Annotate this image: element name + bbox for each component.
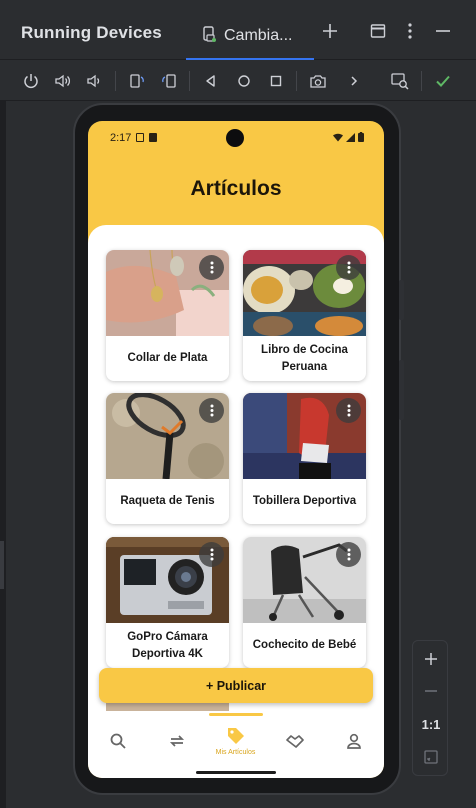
bottom-navigation: Mis Artículos [88,711,384,778]
volume-down-icon[interactable] [83,70,105,92]
article-title: Libro de Cocina Peruana [261,343,348,373]
article-title: Raqueta de Tenis [120,495,215,507]
article-title: Cochecito de Bebé [252,639,357,651]
more-vert-icon [347,548,350,561]
check-icon[interactable] [432,70,454,92]
rotate-left-icon[interactable] [126,70,148,92]
front-camera [226,129,244,147]
nav-active-label: Mis Artículos [215,749,256,756]
home-icon[interactable] [233,70,255,92]
nav-item-profile[interactable] [324,711,383,771]
wifi-icon [333,133,343,141]
article-card[interactable]: Libro de Cocina Peruana [243,250,366,381]
home-indicator [196,771,276,774]
tab-running-device[interactable]: Cambia... [186,14,314,60]
more-options-button[interactable] [199,255,224,280]
device-toolbar [0,61,476,101]
status-bar: 2:17 [88,121,384,155]
more-vert-icon [210,261,213,274]
handshake-icon [285,735,304,748]
nav-item-exchange[interactable] [147,711,206,771]
device-screen[interactable]: 2:17 Artículos Collar de Plata Libro de … [88,121,384,778]
battery-icon [358,132,364,142]
article-title: GoPro Cámara Deportiva 4K [127,630,208,660]
back-icon[interactable] [200,70,222,92]
article-card[interactable]: Collar de Plata [106,250,229,381]
zoom-fit-icon[interactable] [419,745,443,769]
article-image [243,393,366,479]
nav-item-my-articles[interactable]: Mis Artículos [206,711,265,771]
article-image [106,250,229,336]
article-card[interactable]: Tobillera Deportiva [243,393,366,524]
toolbar-separator [115,71,116,91]
zoom-in-icon[interactable] [419,647,443,671]
tag-icon [227,728,244,744]
more-vert-icon [210,404,213,417]
more-options-button[interactable] [336,542,361,567]
power-icon[interactable] [20,70,42,92]
more-options-button[interactable] [199,542,224,567]
device-power-button [399,280,404,320]
page-title: Artículos [190,177,282,200]
search-icon [110,733,126,749]
rotate-right-icon[interactable] [158,70,180,92]
device-tab-icon [202,25,218,47]
article-image [106,393,229,479]
more-vert-icon [347,261,350,274]
swap-icon [169,735,184,747]
screenshot-icon[interactable] [307,70,329,92]
more-options-icon[interactable] [398,19,422,43]
device-volume-button [399,360,404,420]
article-image [106,537,229,623]
more-vert-icon [347,404,350,417]
person-icon [346,733,361,749]
tool-window-title: Running Devices [21,23,162,42]
zoom-one-to-one[interactable]: 1:1 [419,712,443,736]
more-chevron-icon[interactable] [343,70,365,92]
article-card[interactable]: Cochecito de Bebé [243,537,366,668]
toolbar-separator [189,71,190,91]
nav-item-deals[interactable] [265,711,324,771]
article-image [243,250,366,336]
nav-item-search[interactable] [88,711,147,771]
article-card[interactable]: GoPro Cámara Deportiva 4K [106,537,229,668]
left-gutter [0,101,6,808]
minimize-icon[interactable] [431,19,455,43]
ide-header: Running Devices Cambia... [0,0,476,60]
more-vert-icon [210,548,213,561]
publish-button[interactable]: + Publicar [99,668,373,703]
overview-icon[interactable] [265,70,287,92]
article-title: Tobillera Deportiva [252,495,357,507]
toolbar-separator [296,71,297,91]
status-time: 2:17 [110,132,132,144]
more-options-button[interactable] [336,398,361,423]
tab-label: Cambia... [224,27,293,44]
article-card[interactable]: Raqueta de Tenis [106,393,229,524]
sim-icon [149,133,157,142]
more-options-button[interactable] [199,398,224,423]
window-layout-icon[interactable] [366,19,390,43]
articles-grid[interactable]: Collar de Plata Libro de Cocina Peruana … [88,225,384,711]
zoom-out-icon[interactable] [419,679,443,703]
zoom-controls: 1:1 [412,640,448,776]
volume-up-icon[interactable] [52,70,74,92]
more-options-button[interactable] [336,255,361,280]
notification-icon [136,133,144,142]
article-title: Collar de Plata [127,352,208,364]
device-explorer-icon[interactable] [389,70,411,92]
article-image [243,537,366,623]
signal-icon [346,132,355,142]
add-tab-icon[interactable] [318,19,342,43]
toolbar-separator [421,71,422,91]
